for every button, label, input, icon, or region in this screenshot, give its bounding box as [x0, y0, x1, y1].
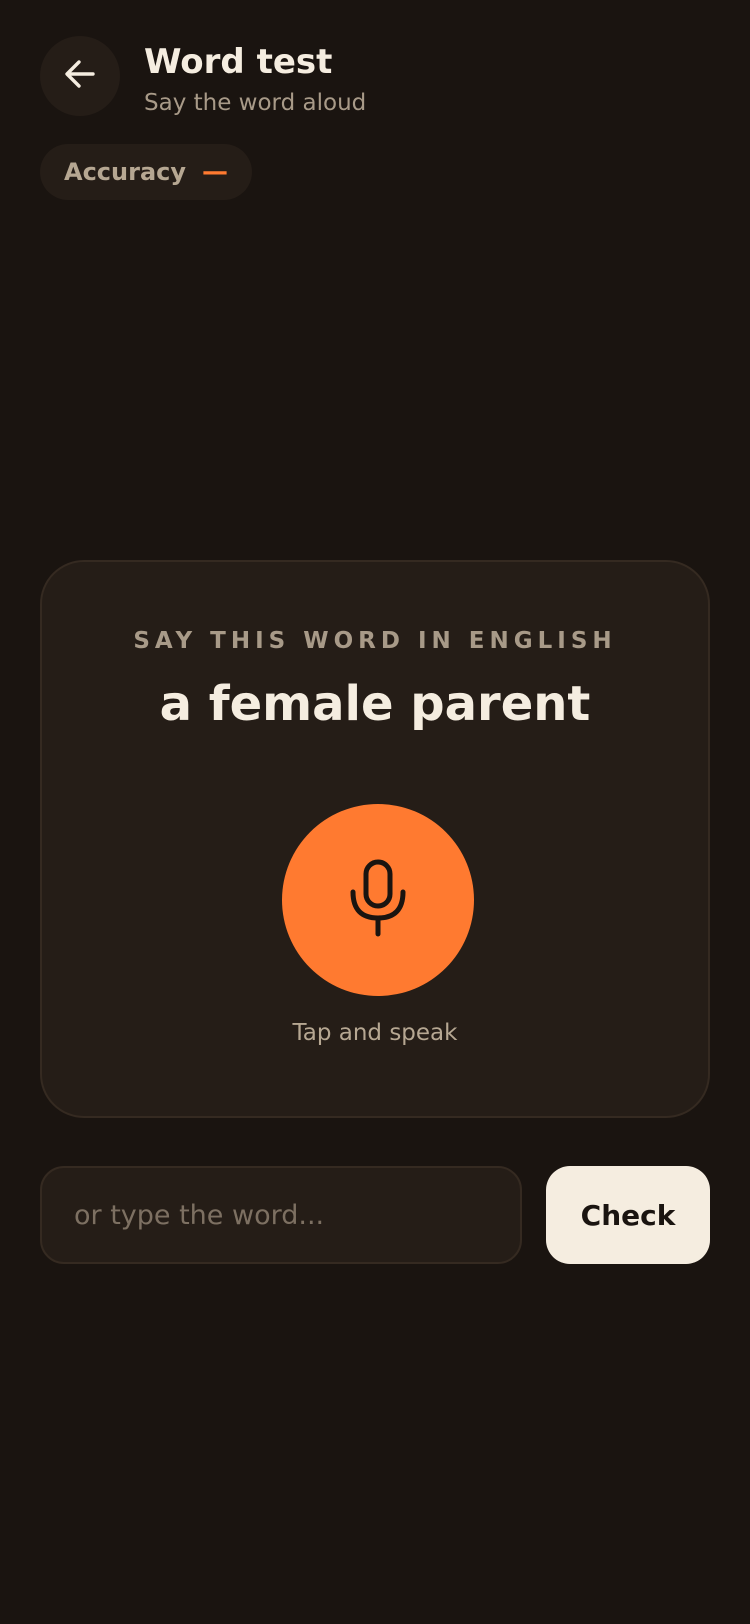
page-title: Word test	[144, 42, 333, 82]
page-subtitle: Say the word aloud	[144, 90, 367, 116]
accuracy-value: —	[202, 157, 229, 187]
microphone-icon	[346, 858, 410, 942]
accuracy-badge: Accuracy —	[40, 144, 253, 200]
arrow-left-icon	[63, 57, 97, 95]
accuracy-label: Accuracy	[64, 158, 187, 186]
word-card: SAY THIS WORD IN ENGLISH a female parent…	[40, 560, 710, 1118]
back-button[interactable]	[40, 36, 120, 116]
prompt-label: SAY THIS WORD IN ENGLISH	[133, 628, 617, 654]
target-word: a female parent	[159, 676, 591, 732]
mic-caption: Tap and speak	[292, 1020, 458, 1046]
check-button[interactable]: Check	[546, 1166, 710, 1264]
microphone-button[interactable]	[282, 804, 474, 996]
word-input[interactable]	[40, 1166, 522, 1264]
